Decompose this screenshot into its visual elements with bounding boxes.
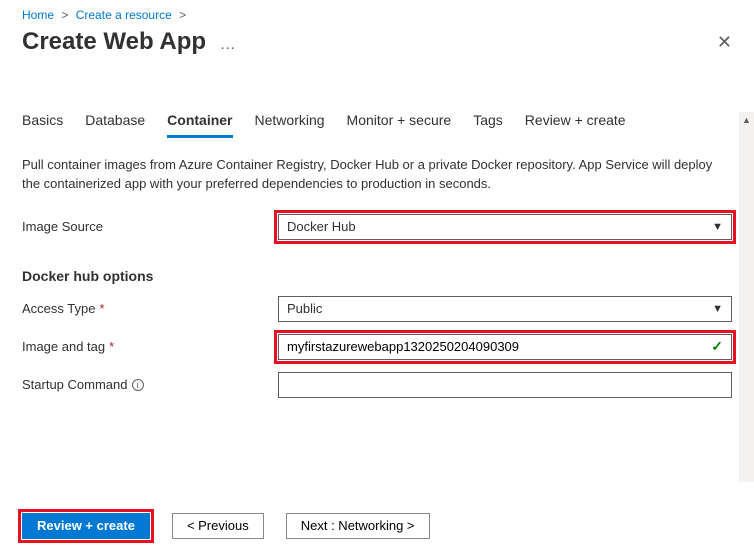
breadcrumb: Home > Create a resource > [22, 8, 732, 22]
label-image-and-tag: Image and tag* [22, 339, 278, 354]
image-and-tag-input[interactable] [287, 339, 711, 354]
startup-command-input-wrap [278, 372, 732, 398]
tab-basics[interactable]: Basics [22, 112, 63, 138]
tab-database[interactable]: Database [85, 112, 145, 138]
chevron-down-icon: ▼ [712, 221, 723, 233]
startup-command-input[interactable] [287, 377, 723, 392]
info-icon[interactable]: i [132, 379, 144, 391]
chevron-down-icon: ▼ [712, 303, 723, 315]
tab-tags[interactable]: Tags [473, 112, 503, 138]
section-docker-hub-options: Docker hub options [22, 268, 732, 284]
access-type-value: Public [287, 301, 712, 316]
tab-description: Pull container images from Azure Contain… [22, 156, 732, 194]
tab-monitor-secure[interactable]: Monitor + secure [347, 112, 452, 138]
tab-container[interactable]: Container [167, 112, 232, 138]
label-access-type: Access Type* [22, 301, 278, 316]
tab-networking[interactable]: Networking [255, 112, 325, 138]
label-startup-command: Startup Command i [22, 377, 278, 392]
image-source-select[interactable]: Docker Hub ▼ [278, 214, 732, 240]
breadcrumb-create-resource[interactable]: Create a resource [76, 8, 172, 22]
label-image-source: Image Source [22, 219, 278, 234]
required-icon: * [99, 301, 104, 316]
tab-review-create[interactable]: Review + create [525, 112, 626, 138]
page-title: Create Web App [22, 28, 206, 55]
close-icon[interactable]: ✕ [717, 32, 732, 53]
scrollbar[interactable]: ▲ [739, 112, 754, 482]
more-dots[interactable]: … [220, 36, 236, 53]
breadcrumb-sep: > [61, 8, 68, 22]
review-create-button[interactable]: Review + create [22, 513, 150, 539]
footer-buttons: Review + create < Previous Next : Networ… [22, 513, 732, 539]
image-and-tag-input-wrap: ✓ [278, 334, 732, 360]
access-type-select[interactable]: Public ▼ [278, 296, 732, 322]
next-button[interactable]: Next : Networking > [286, 513, 430, 539]
image-source-value: Docker Hub [287, 219, 712, 234]
check-icon: ✓ [711, 338, 723, 355]
previous-button[interactable]: < Previous [172, 513, 264, 539]
scroll-up-arrow[interactable]: ▲ [739, 112, 754, 127]
breadcrumb-home[interactable]: Home [22, 8, 54, 22]
tabs: Basics Database Container Networking Mon… [22, 112, 732, 138]
breadcrumb-sep: > [179, 8, 186, 22]
required-icon: * [109, 339, 114, 354]
